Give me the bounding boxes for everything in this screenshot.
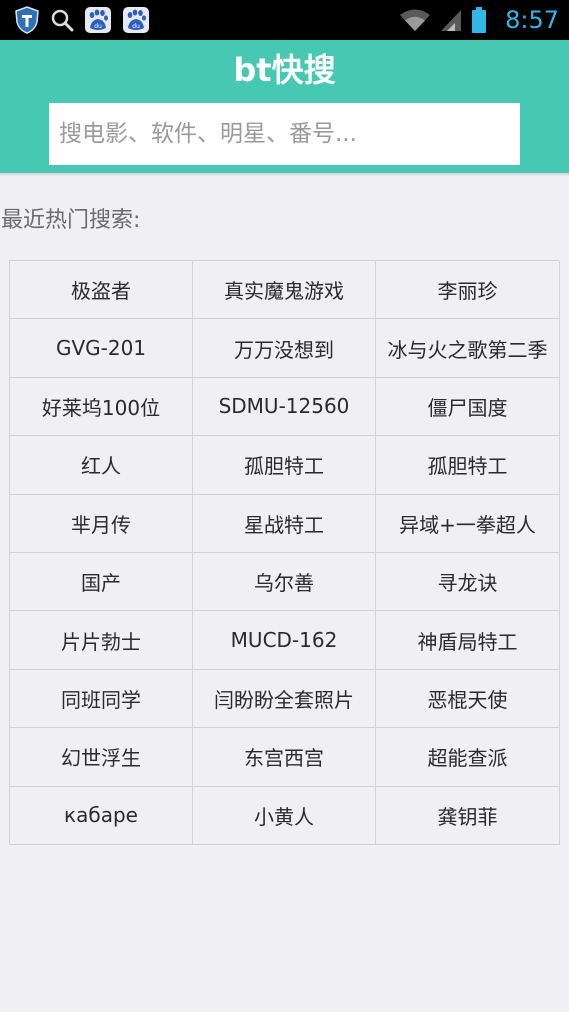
hot-searches-table: 极盗者 真实魔鬼游戏 李丽珍 GVG-201 万万没想到 冰与火之歌第二季好莱坞100位 S… bbox=[9, 260, 560, 845]
hot-search-item[interactable]: 好莱坞100位 bbox=[10, 377, 193, 437]
hot-search-item[interactable]: MUCD-162 bbox=[193, 611, 376, 670]
hot-search-item[interactable]: 寻龙诀 bbox=[376, 552, 560, 612]
hot-search-item[interactable]: 芈月传 bbox=[10, 494, 193, 553]
app-header: bt快搜 bbox=[0, 40, 569, 173]
baidu-icon: du bbox=[85, 7, 111, 33]
hot-search-item[interactable]: 万万没想到 bbox=[193, 319, 376, 378]
hot-search-item[interactable]: 国产 bbox=[10, 552, 193, 612]
hot-search-item[interactable]: 幻世浮生 bbox=[10, 728, 193, 787]
hot-search-item[interactable]: 同班同学 bbox=[10, 669, 193, 729]
hot-search-item[interactable]: 乌尔善 bbox=[193, 552, 376, 612]
svg-text:du: du bbox=[94, 23, 102, 30]
hot-search-item[interactable]: кабаре bbox=[10, 786, 193, 845]
hot-search-item[interactable]: 孤胆特工 bbox=[376, 436, 560, 495]
hot-search-item[interactable]: 片片勃士 bbox=[10, 611, 193, 670]
svg-text:du: du bbox=[132, 23, 140, 30]
hot-search-item[interactable]: 异域+一拳超人 bbox=[376, 494, 560, 553]
hot-search-item[interactable]: 李丽珍 bbox=[376, 261, 560, 320]
hot-search-item[interactable]: 星战特工 bbox=[193, 494, 376, 553]
signal-icon bbox=[441, 10, 462, 31]
hot-search-item[interactable]: SDMU-12560 bbox=[193, 377, 376, 437]
header-divider bbox=[0, 173, 569, 176]
search-input[interactable] bbox=[49, 103, 520, 165]
notification-icons: du du bbox=[14, 5, 150, 35]
hot-search-item[interactable]: 小黄人 bbox=[193, 786, 376, 845]
hot-search-item[interactable]: 红人 bbox=[10, 436, 193, 495]
hot-search-item[interactable]: 僵尸国度 bbox=[376, 377, 560, 437]
hot-search-item[interactable]: GVG-201 bbox=[10, 319, 193, 378]
system-icons: 8:57 bbox=[399, 0, 559, 40]
hot-search-item[interactable]: 恶棍天使 bbox=[376, 669, 560, 729]
hot-search-item[interactable]: 闫盼盼全套照片 bbox=[193, 669, 376, 729]
status-bar: du du 8:57 bbox=[0, 0, 569, 40]
hot-search-item[interactable]: 超能查派 bbox=[376, 728, 560, 787]
hot-search-item[interactable]: 冰与火之歌第二季 bbox=[376, 319, 560, 378]
app-title: bt快搜 bbox=[233, 51, 336, 89]
hot-search-item[interactable]: 东宫西宫 bbox=[193, 728, 376, 787]
battery-icon bbox=[472, 7, 487, 33]
hot-searches-heading: 最近热门搜索: bbox=[1, 208, 141, 233]
hot-search-item[interactable]: 真实魔鬼游戏 bbox=[193, 261, 376, 320]
hot-search-item[interactable]: 神盾局特工 bbox=[376, 611, 560, 670]
hot-search-item[interactable]: 龚钥菲 bbox=[376, 786, 560, 845]
clock: 8:57 bbox=[505, 6, 559, 34]
baidu-icon: du bbox=[123, 7, 149, 33]
search-icon bbox=[51, 9, 74, 32]
wifi-icon bbox=[400, 9, 431, 31]
hot-search-item[interactable]: 孤胆特工 bbox=[193, 436, 376, 495]
shield-icon bbox=[15, 6, 39, 34]
hot-search-item[interactable]: 极盗者 bbox=[10, 261, 193, 320]
